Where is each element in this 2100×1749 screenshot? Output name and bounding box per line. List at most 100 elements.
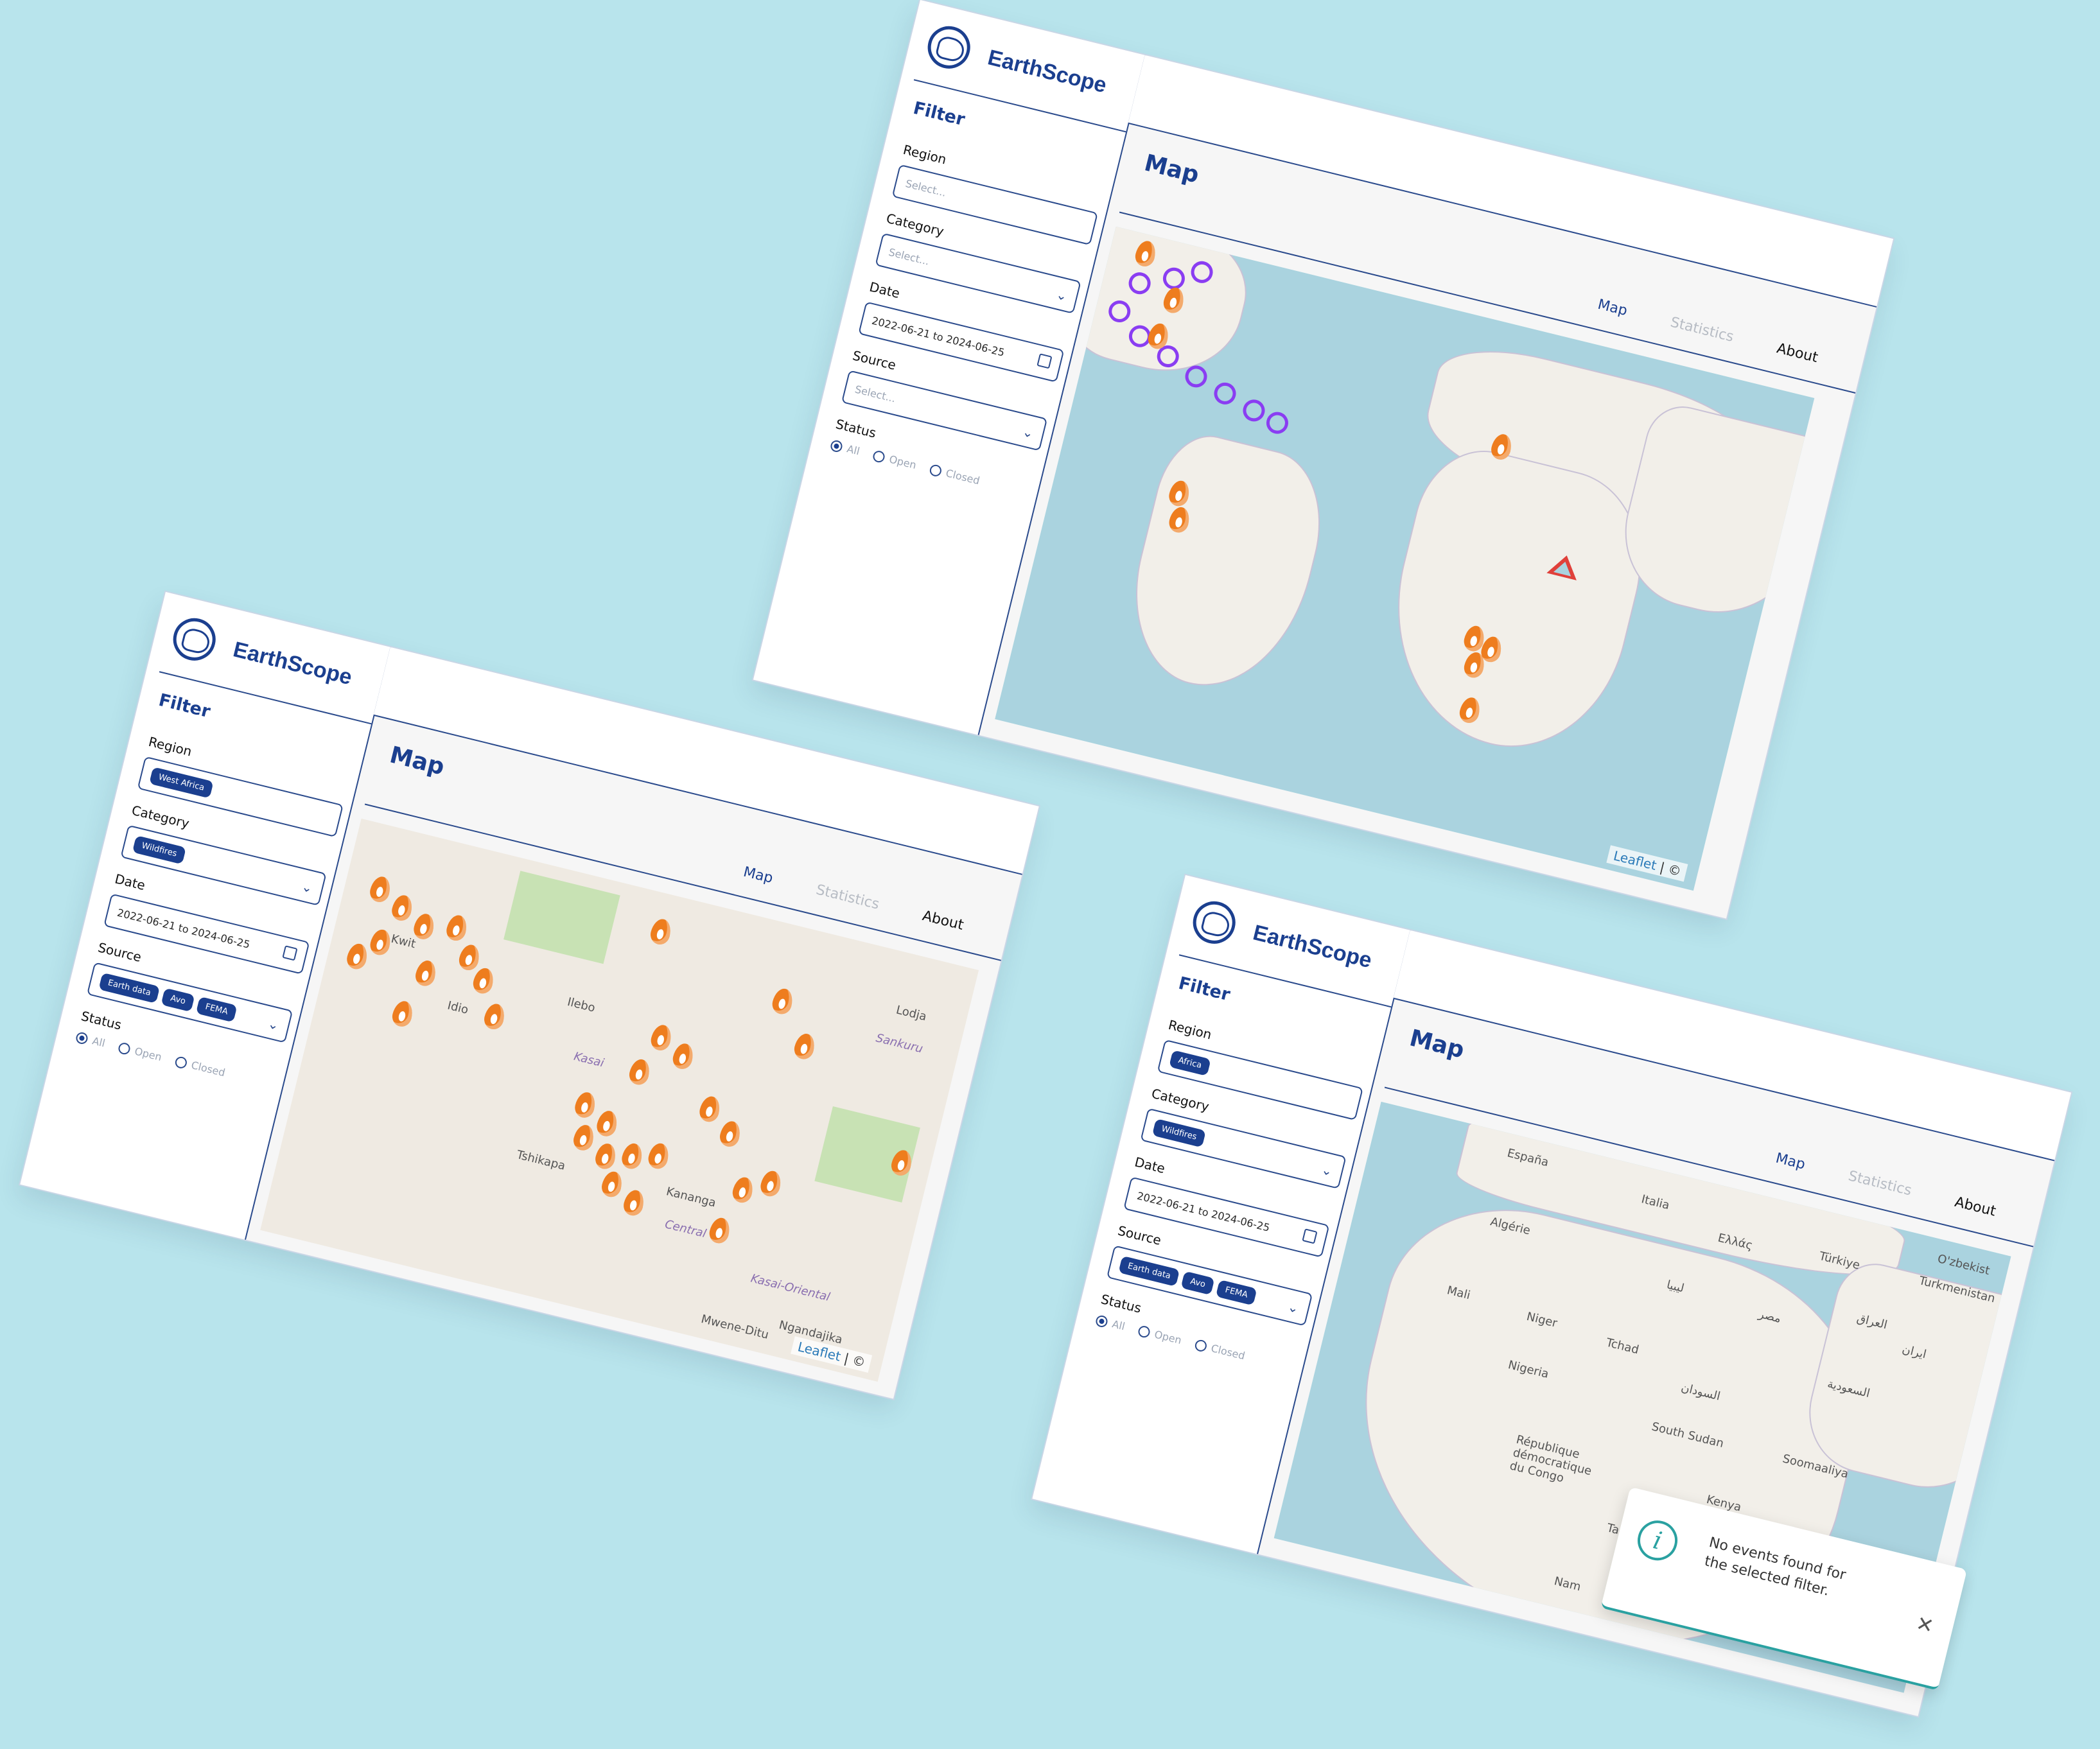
wildfire-marker[interactable] (599, 1169, 625, 1199)
wildfire-marker[interactable] (620, 1141, 645, 1171)
wildfire-marker[interactable] (730, 1175, 756, 1205)
wildfire-marker[interactable] (649, 1023, 674, 1053)
category-chip[interactable]: Wildfires (1151, 1118, 1207, 1147)
storm-track-point[interactable] (1264, 410, 1291, 437)
wildfire-marker[interactable] (593, 1141, 618, 1171)
wildfire-marker[interactable] (368, 927, 393, 957)
status-closed-label: Closed (944, 467, 981, 487)
region-chip[interactable]: West Africa (149, 766, 214, 799)
wildfire-marker[interactable] (471, 966, 496, 996)
wildfire-marker[interactable] (770, 986, 795, 1016)
tab-about[interactable]: About (921, 908, 965, 934)
status-open-label: Open (133, 1045, 163, 1064)
wildfire-marker[interactable] (697, 1094, 722, 1124)
page-title: Map (1141, 150, 1202, 189)
status-closed-label: Closed (189, 1059, 227, 1079)
tab-map[interactable]: Map (1596, 297, 1629, 319)
region-placeholder: Select... (904, 177, 948, 199)
south-america-land (1114, 425, 1338, 706)
map-label: Sankuru (874, 1031, 925, 1056)
tab-statistics[interactable]: Statistics (814, 882, 881, 912)
wildfire-marker[interactable] (572, 1090, 598, 1120)
top-bar (1393, 930, 2072, 1162)
source-chip[interactable]: FEMA (1216, 1279, 1257, 1305)
tab-statistics[interactable]: Statistics (1846, 1168, 1913, 1199)
status-closed-radio[interactable]: Closed (173, 1055, 227, 1079)
tab-statistics[interactable]: Statistics (1668, 315, 1735, 345)
status-all-radio[interactable]: All (1094, 1314, 1126, 1332)
tab-map[interactable]: Map (742, 864, 774, 887)
wildfire-marker[interactable] (389, 893, 415, 923)
toast-message: No events found for the selected filter. (1702, 1534, 1848, 1599)
wildfire-marker[interactable] (707, 1215, 733, 1246)
filter-title: Filter (1176, 973, 1232, 1005)
source-chip[interactable]: Earth data (1118, 1255, 1180, 1287)
status-closed-radio[interactable]: Closed (928, 463, 981, 487)
logo[interactable]: EarthScope (923, 21, 1111, 107)
source-chip[interactable]: FEMA (196, 996, 238, 1022)
tab-about[interactable]: About (1953, 1194, 1997, 1220)
wildfire-marker[interactable] (758, 1169, 783, 1199)
radio-checked-icon (1094, 1314, 1109, 1328)
page-title: Map (1406, 1025, 1467, 1064)
map-attribution: Leaflet | © (1606, 845, 1688, 882)
wildfire-marker[interactable] (457, 943, 482, 973)
leaflet-link[interactable]: Leaflet (1612, 848, 1658, 873)
category-chip[interactable]: Wildfires (132, 835, 187, 864)
wildfire-marker[interactable] (344, 941, 370, 971)
tab-about[interactable]: About (1775, 340, 1819, 366)
calendar-icon[interactable] (282, 945, 298, 961)
wildfire-marker[interactable] (670, 1041, 696, 1072)
status-open-radio[interactable]: Open (1137, 1324, 1183, 1346)
radio-icon (1193, 1338, 1208, 1353)
status-all-radio[interactable]: All (829, 439, 861, 457)
calendar-icon[interactable] (1302, 1228, 1318, 1244)
radio-icon (173, 1055, 188, 1070)
wildfire-marker[interactable] (646, 1141, 671, 1171)
wildfire-marker[interactable] (367, 875, 393, 905)
wildfire-marker[interactable] (717, 1119, 743, 1149)
attribution-separator: | © (1654, 858, 1683, 880)
wildfire-marker[interactable] (792, 1031, 818, 1061)
wildfire-marker[interactable] (595, 1108, 620, 1138)
wildfire-marker[interactable] (413, 958, 439, 988)
globe-icon (1188, 896, 1240, 948)
radio-icon (871, 449, 886, 464)
tab-map[interactable]: Map (1774, 1150, 1807, 1172)
map-label: Idio (446, 998, 470, 1017)
radio-checked-icon (74, 1031, 89, 1045)
status-open-radio[interactable]: Open (871, 449, 918, 471)
chevron-down-icon: ⌄ (1020, 423, 1035, 442)
wildfire-marker[interactable] (482, 1002, 507, 1032)
globe-icon (168, 613, 220, 665)
source-chip[interactable]: Earth data (98, 972, 161, 1004)
chevron-down-icon: ⌄ (1054, 286, 1069, 304)
chevron-down-icon: ⌄ (1320, 1162, 1334, 1179)
wildfire-marker[interactable] (627, 1057, 652, 1087)
status-all-radio[interactable]: All (74, 1031, 107, 1049)
wildfire-marker[interactable] (390, 998, 416, 1029)
page-title: Map (387, 742, 447, 781)
logo[interactable]: EarthScope (168, 613, 356, 699)
wildfire-marker[interactable] (444, 913, 469, 943)
app-name: EarthScope (1250, 919, 1375, 973)
storm-track-point[interactable] (1211, 380, 1239, 407)
storm-track-point[interactable] (1240, 397, 1268, 424)
source-chip[interactable]: Avo (161, 988, 195, 1012)
status-closed-radio[interactable]: Closed (1193, 1338, 1247, 1362)
wildfire-marker[interactable] (648, 917, 674, 947)
status-open-radio[interactable]: Open (117, 1041, 163, 1064)
source-chip[interactable]: Avo (1180, 1271, 1215, 1295)
map-label: Tshikapa (515, 1148, 567, 1173)
map-label: Kananga (665, 1185, 717, 1210)
wildfire-marker[interactable] (571, 1122, 597, 1153)
region-chip[interactable]: Africa (1169, 1049, 1211, 1076)
map-label: Kasai-Oriental (749, 1271, 832, 1305)
wildfire-marker[interactable] (411, 912, 437, 942)
map-label: Ilebo (566, 995, 597, 1015)
calendar-icon[interactable] (1037, 353, 1053, 369)
logo[interactable]: EarthScope (1188, 896, 1376, 982)
radio-icon (1137, 1324, 1151, 1339)
wildfire-marker[interactable] (621, 1188, 647, 1218)
close-icon[interactable]: ✕ (1914, 1611, 1936, 1639)
